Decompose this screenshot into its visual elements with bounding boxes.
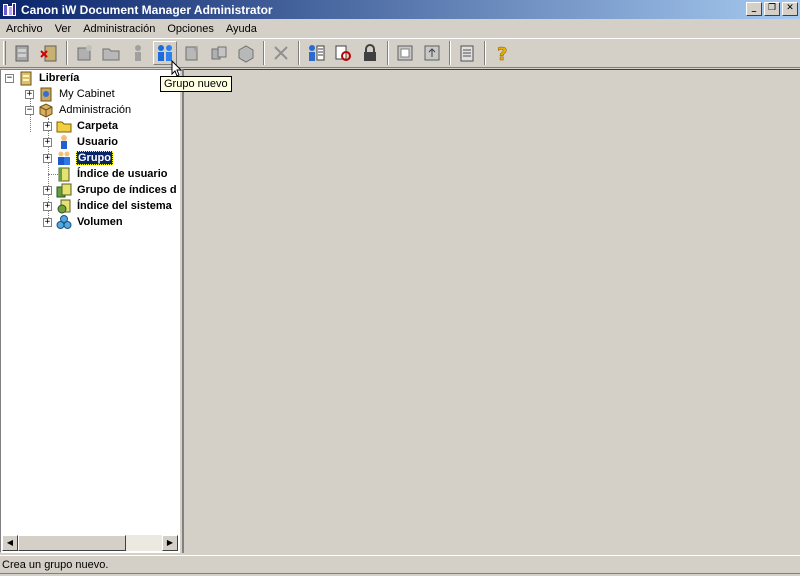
cabinet-icon[interactable] xyxy=(10,41,34,65)
tree-label[interactable]: Índice de usuario xyxy=(76,168,168,180)
menu-ver[interactable]: Ver xyxy=(49,20,78,38)
volume-icon[interactable] xyxy=(234,41,258,65)
index-group-icon xyxy=(56,182,72,198)
index-group-icon[interactable] xyxy=(207,41,231,65)
status-bar: Crea un grupo nuevo. xyxy=(0,555,800,573)
properties-icon[interactable] xyxy=(455,41,479,65)
toolbar-separator xyxy=(449,41,451,65)
admin-icon xyxy=(38,102,54,118)
toolbar-separator xyxy=(263,41,265,65)
group-icon xyxy=(56,150,72,166)
tree-node-grupo-de-indices[interactable]: + Grupo de índices d xyxy=(43,182,178,198)
tree-label[interactable]: Grupo xyxy=(76,151,113,165)
folder-icon xyxy=(56,118,72,134)
tree-label[interactable]: Volumen xyxy=(76,216,124,228)
window-title: Canon iW Document Manager Administrator xyxy=(21,2,273,17)
export-icon[interactable] xyxy=(420,41,444,65)
toolbar-separator xyxy=(66,41,68,65)
toolbar-separator xyxy=(298,41,300,65)
cabinet-icon xyxy=(38,86,54,102)
menu-archivo[interactable]: Archivo xyxy=(0,20,49,38)
menu-ayuda[interactable]: Ayuda xyxy=(220,20,263,38)
volume-icon xyxy=(56,214,72,230)
toolbar-separator xyxy=(484,41,486,65)
expand-icon[interactable]: + xyxy=(25,89,34,99)
expand-icon[interactable]: + xyxy=(43,185,52,195)
title-bar[interactable]: Canon iW Document Manager Administrator … xyxy=(0,0,800,19)
access-search-icon[interactable] xyxy=(331,41,355,65)
app-icon xyxy=(3,2,17,17)
new-folder-icon[interactable] xyxy=(72,41,96,65)
tree-label[interactable]: Administración xyxy=(58,104,132,116)
tree-pane[interactable]: − Librería + My Cabinet − Administración… xyxy=(0,69,180,553)
toolbar-grip[interactable] xyxy=(3,41,6,65)
collapse-icon[interactable]: − xyxy=(25,105,34,115)
import-icon[interactable] xyxy=(393,41,417,65)
tree-label[interactable]: My Cabinet xyxy=(58,88,116,100)
svg-text:?: ? xyxy=(497,44,507,63)
tree-node-my-cabinet[interactable]: + My Cabinet xyxy=(25,86,116,102)
tree-node-libreria[interactable]: − Librería xyxy=(5,70,80,86)
scroll-thumb[interactable] xyxy=(18,535,126,551)
expand-icon[interactable]: + xyxy=(43,137,52,147)
restore-button[interactable]: ❐ xyxy=(764,2,780,16)
tree-label[interactable]: Grupo de índices d xyxy=(76,184,178,196)
delete-icon[interactable] xyxy=(269,41,293,65)
tree-node-administracion[interactable]: − Administración xyxy=(25,102,132,118)
detail-pane[interactable] xyxy=(183,69,800,553)
tree-node-indice-del-sistema[interactable]: + Índice del sistema xyxy=(43,198,173,214)
mouse-cursor-icon xyxy=(171,60,183,77)
tooltip: Grupo nuevo xyxy=(160,76,232,92)
tree-label[interactable]: Usuario xyxy=(76,136,119,148)
system-index-icon xyxy=(56,198,72,214)
user-properties-icon[interactable] xyxy=(304,41,328,65)
library-icon xyxy=(18,70,34,86)
scroll-right-button[interactable]: ▶ xyxy=(162,535,178,551)
user-icon xyxy=(56,134,72,150)
scroll-left-button[interactable]: ◀ xyxy=(2,535,18,551)
expand-icon[interactable]: + xyxy=(43,153,52,163)
tree-label[interactable]: Carpeta xyxy=(76,120,119,132)
toolbar-separator xyxy=(387,41,389,65)
expand-icon[interactable]: + xyxy=(43,201,52,211)
menu-administracion[interactable]: Administración xyxy=(77,20,161,38)
collapse-icon[interactable]: − xyxy=(5,73,14,83)
horizontal-scrollbar[interactable]: ◀ ▶ xyxy=(2,535,178,551)
close-button[interactable]: ✕ xyxy=(782,2,798,16)
remove-cabinet-icon[interactable] xyxy=(37,41,61,65)
new-user-icon[interactable] xyxy=(126,41,150,65)
tree-node-volumen[interactable]: + Volumen xyxy=(43,214,124,230)
lock-icon[interactable] xyxy=(358,41,382,65)
folder-icon[interactable] xyxy=(99,41,123,65)
user-index-icon xyxy=(56,166,72,182)
tree-node-carpeta[interactable]: + Carpeta xyxy=(43,118,119,134)
tree-node-usuario[interactable]: + Usuario xyxy=(43,134,119,150)
toolbar: ? xyxy=(0,38,800,68)
tree-label[interactable]: Índice del sistema xyxy=(76,200,173,212)
menu-bar: Archivo Ver Administración Opciones Ayud… xyxy=(0,19,800,38)
status-text: Crea un grupo nuevo. xyxy=(2,558,109,571)
tree-node-indice-de-usuario[interactable]: Índice de usuario xyxy=(56,166,168,182)
minimize-button[interactable]: _ xyxy=(746,2,762,16)
menu-opciones[interactable]: Opciones xyxy=(161,20,219,38)
user-index-icon[interactable] xyxy=(180,41,204,65)
expand-icon[interactable]: + xyxy=(43,217,52,227)
tree-label[interactable]: Librería xyxy=(38,72,80,84)
help-icon[interactable]: ? xyxy=(490,41,514,65)
expand-icon[interactable]: + xyxy=(43,121,52,131)
tree-node-grupo[interactable]: + Grupo xyxy=(43,150,113,166)
